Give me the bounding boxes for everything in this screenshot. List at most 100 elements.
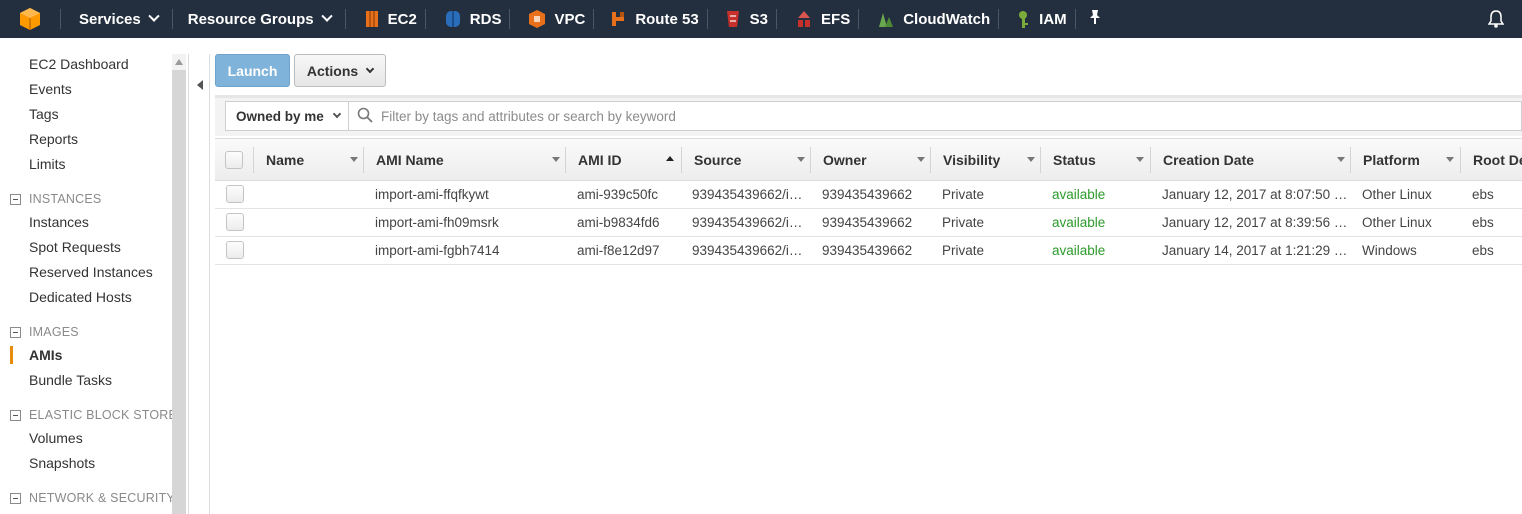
column-header-visibility[interactable]: Visibility bbox=[943, 139, 1000, 180]
resource-groups-menu[interactable]: Resource Groups bbox=[173, 0, 345, 38]
sidebar-collapse-toggle[interactable] bbox=[188, 54, 210, 514]
column-header-platform[interactable]: Platform bbox=[1363, 139, 1420, 180]
aws-logo-icon[interactable] bbox=[0, 0, 60, 38]
sort-icon[interactable] bbox=[797, 157, 805, 162]
table-row[interactable]: import-ami-ffqfkywt ami-939c50fc 9394354… bbox=[215, 181, 1522, 209]
sidebar-item-bundle-tasks[interactable]: Bundle Tasks bbox=[29, 372, 112, 388]
cell-visibility: Private bbox=[942, 187, 985, 202]
rds-icon bbox=[444, 9, 462, 29]
cell-source: 939435439662/i… bbox=[692, 187, 803, 202]
cell-owner: 939435439662 bbox=[822, 187, 913, 202]
sidebar-section-network-security[interactable]: NETWORK & SECURITY bbox=[10, 491, 175, 505]
actions-button[interactable]: Actions bbox=[294, 54, 386, 87]
sidebar-item-volumes[interactable]: Volumes bbox=[29, 430, 83, 446]
row-checkbox[interactable] bbox=[226, 241, 244, 259]
shortcut-efs[interactable]: EFS bbox=[777, 0, 858, 38]
shortcut-label: RDS bbox=[469, 10, 502, 28]
services-menu[interactable]: Services bbox=[61, 0, 172, 38]
column-header-owner[interactable]: Owner bbox=[823, 139, 867, 180]
sidebar-item-reserved-instances[interactable]: Reserved Instances bbox=[29, 264, 153, 280]
iam-key-icon bbox=[1015, 9, 1031, 29]
cell-ami-id: ami-b9834fd6 bbox=[577, 215, 660, 230]
sidebar-item-ec2-dashboard[interactable]: EC2 Dashboard bbox=[29, 56, 129, 72]
sidebar-section-ebs[interactable]: ELASTIC BLOCK STORE bbox=[10, 408, 177, 422]
section-title: INSTANCES bbox=[29, 192, 102, 206]
sidebar-item-dedicated-hosts[interactable]: Dedicated Hosts bbox=[29, 289, 132, 305]
chevron-down-icon bbox=[148, 10, 160, 22]
owner-filter-select[interactable]: Owned by me bbox=[225, 101, 349, 131]
section-title: ELASTIC BLOCK STORE bbox=[29, 408, 178, 422]
sort-icon[interactable] bbox=[917, 157, 925, 162]
shortcut-label: CloudWatch bbox=[903, 10, 991, 28]
sort-ascending-icon[interactable] bbox=[666, 156, 674, 161]
sidebar-item-amis[interactable]: AMIs bbox=[29, 347, 62, 363]
sidebar-section-instances[interactable]: INSTANCES bbox=[10, 192, 101, 206]
cloudwatch-icon bbox=[877, 9, 895, 29]
column-header-root-device[interactable]: Root De bbox=[1473, 139, 1522, 180]
sort-icon[interactable] bbox=[552, 157, 560, 162]
select-all-checkbox[interactable] bbox=[225, 151, 243, 169]
shortcut-rds[interactable]: RDS bbox=[426, 0, 510, 38]
cell-source: 939435439662/i… bbox=[692, 215, 803, 230]
cell-root-device: ebs bbox=[1472, 187, 1494, 202]
table-row[interactable]: import-ami-fgbh7414 ami-f8e12d97 9394354… bbox=[215, 237, 1522, 265]
shortcut-ec2[interactable]: EC2 bbox=[346, 0, 425, 38]
pin-shortcuts-button[interactable] bbox=[1076, 0, 1110, 38]
column-header-ami-name[interactable]: AMI Name bbox=[376, 139, 444, 180]
column-header-creation-date[interactable]: Creation Date bbox=[1163, 139, 1254, 180]
sidebar-item-snapshots[interactable]: Snapshots bbox=[29, 455, 95, 471]
sort-icon[interactable] bbox=[350, 157, 358, 162]
sidebar-item-instances[interactable]: Instances bbox=[29, 214, 89, 230]
shortcut-label: EC2 bbox=[387, 10, 417, 28]
shortcut-vpc[interactable]: VPC bbox=[510, 0, 593, 38]
cell-ami-name: import-ami-fh09msrk bbox=[375, 215, 499, 230]
efs-icon bbox=[795, 9, 813, 29]
cell-name bbox=[266, 209, 361, 236]
search-input[interactable] bbox=[381, 108, 1281, 124]
shortcut-cloudwatch[interactable]: CloudWatch bbox=[859, 0, 998, 38]
sidebar-item-spot-requests[interactable]: Spot Requests bbox=[29, 239, 121, 255]
ec2-icon bbox=[364, 9, 380, 29]
shortcut-label: VPC bbox=[554, 10, 586, 28]
owner-filter-value: Owned by me bbox=[236, 108, 324, 124]
cell-platform: Windows bbox=[1362, 243, 1417, 258]
sidebar-scrollbar[interactable] bbox=[172, 54, 186, 514]
column-header-source[interactable]: Source bbox=[694, 139, 741, 180]
notifications-bell-icon[interactable] bbox=[1487, 9, 1505, 32]
active-item-indicator bbox=[10, 346, 13, 364]
launch-button[interactable]: Launch bbox=[215, 54, 290, 87]
shortcut-s3[interactable]: S3 bbox=[708, 0, 776, 38]
cell-source: 939435439662/i… bbox=[692, 243, 803, 258]
cell-creation-date: January 14, 2017 at 1:21:29 … bbox=[1162, 243, 1347, 258]
cell-status: available bbox=[1052, 243, 1106, 258]
collapse-section-icon bbox=[10, 492, 21, 504]
shortcut-label: Route 53 bbox=[635, 10, 699, 28]
sidebar-section-images[interactable]: IMAGES bbox=[10, 325, 79, 339]
vpc-icon bbox=[528, 9, 546, 29]
sort-icon[interactable] bbox=[1446, 157, 1454, 162]
shortcut-label: S3 bbox=[749, 10, 769, 28]
column-header-name[interactable]: Name bbox=[266, 139, 304, 180]
search-box[interactable] bbox=[349, 101, 1522, 131]
sort-icon[interactable] bbox=[1027, 157, 1035, 162]
table-row[interactable]: import-ami-fh09msrk ami-b9834fd6 9394354… bbox=[215, 209, 1522, 237]
cell-visibility: Private bbox=[942, 243, 985, 258]
row-checkbox[interactable] bbox=[226, 213, 244, 231]
chevron-down-icon bbox=[365, 64, 375, 73]
section-title: IMAGES bbox=[29, 325, 79, 339]
sidebar-item-reports[interactable]: Reports bbox=[29, 131, 78, 147]
chevron-left-icon bbox=[197, 80, 203, 90]
sort-icon[interactable] bbox=[1136, 157, 1144, 162]
sort-icon[interactable] bbox=[1337, 157, 1345, 162]
sidebar-item-limits[interactable]: Limits bbox=[29, 156, 66, 172]
cell-status: available bbox=[1052, 187, 1106, 202]
shortcut-iam[interactable]: IAM bbox=[999, 0, 1075, 38]
shortcut-route53[interactable]: Route 53 bbox=[594, 0, 706, 38]
sidebar-item-tags[interactable]: Tags bbox=[29, 106, 59, 122]
column-header-status[interactable]: Status bbox=[1053, 139, 1096, 180]
row-checkbox[interactable] bbox=[226, 185, 244, 203]
column-header-ami-id[interactable]: AMI ID bbox=[578, 139, 622, 180]
scroll-up-arrow-icon[interactable] bbox=[172, 54, 186, 70]
cell-platform: Other Linux bbox=[1362, 215, 1432, 230]
sidebar-item-events[interactable]: Events bbox=[29, 81, 72, 97]
